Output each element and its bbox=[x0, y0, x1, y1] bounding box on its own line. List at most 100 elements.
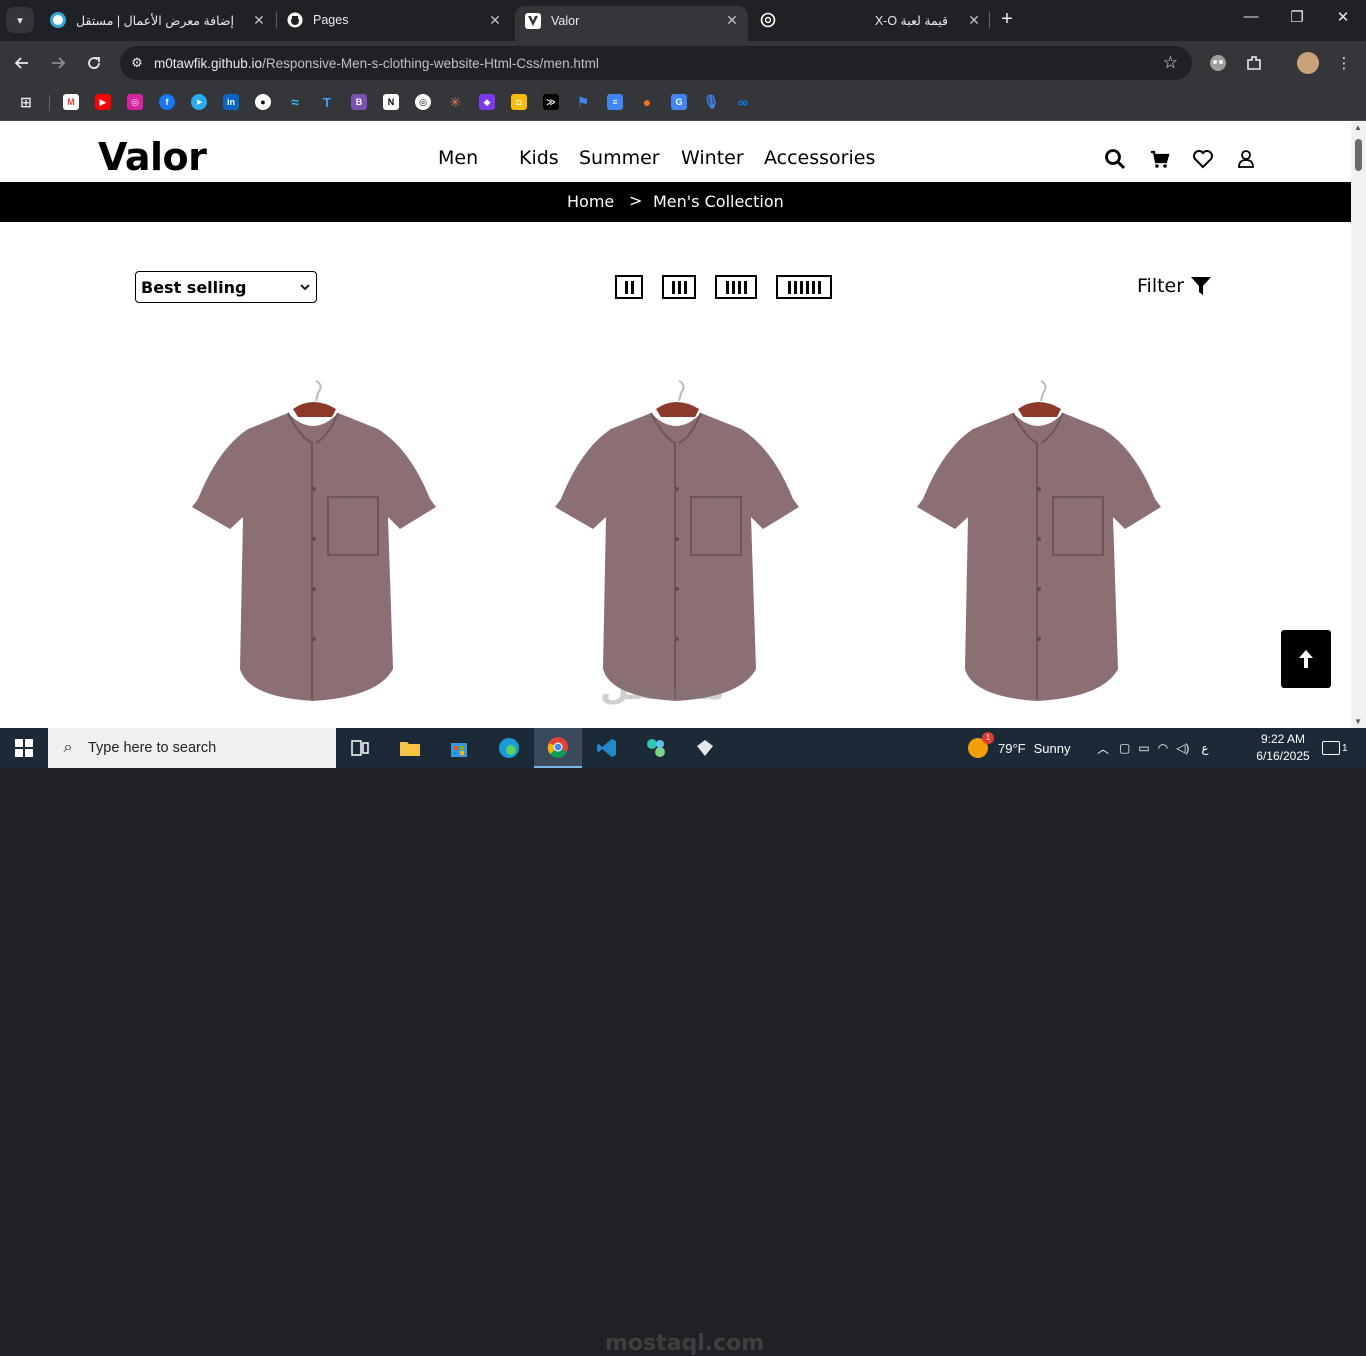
github-icon[interactable]: ● bbox=[255, 94, 271, 110]
figma-app-icon[interactable] bbox=[632, 728, 680, 768]
app-icon[interactable] bbox=[681, 728, 729, 768]
heart-icon[interactable] bbox=[1192, 148, 1214, 170]
url-text: m0tawfik.github.io/Responsive-Men-s-clot… bbox=[154, 55, 599, 71]
tab-valor[interactable]: Valor ✕ bbox=[515, 6, 748, 41]
grid-2-columns-button[interactable] bbox=[615, 275, 643, 299]
product-card[interactable] bbox=[551, 379, 801, 709]
profile-extension-icon[interactable] bbox=[1207, 52, 1229, 74]
site-settings-icon[interactable]: ⚙ bbox=[120, 55, 154, 71]
address-bar[interactable]: ⚙ m0tawfik.github.io/Responsive-Men-s-cl… bbox=[120, 46, 1192, 80]
claude-icon[interactable]: ✳ bbox=[447, 94, 463, 110]
nav-link-accessories[interactable]: Accessories bbox=[764, 147, 875, 169]
back-to-top-button[interactable] bbox=[1281, 630, 1331, 688]
tab-search-button[interactable]: ▾ bbox=[6, 7, 34, 33]
close-icon[interactable]: ✕ bbox=[249, 12, 269, 29]
reload-button[interactable] bbox=[82, 51, 106, 75]
facebook-icon[interactable]: f bbox=[159, 94, 175, 110]
wifi-icon[interactable]: ◠ bbox=[1158, 741, 1168, 755]
store-icon[interactable] bbox=[435, 728, 483, 768]
weather-widget[interactable]: 1 79°F Sunny bbox=[968, 728, 1070, 768]
grid-4-columns-button[interactable] bbox=[715, 275, 757, 299]
breadcrumb-current: Men's Collection bbox=[653, 192, 784, 211]
meta-icon[interactable]: ∞ bbox=[735, 94, 751, 110]
start-button[interactable] bbox=[0, 728, 48, 768]
task-view-icon[interactable] bbox=[336, 728, 384, 768]
close-icon[interactable]: ✕ bbox=[722, 12, 742, 29]
close-window-button[interactable]: ✕ bbox=[1328, 8, 1358, 26]
copilot-icon[interactable]: ◆ bbox=[479, 94, 495, 110]
translate-icon[interactable]: G bbox=[671, 94, 687, 110]
new-tab-button[interactable]: + bbox=[996, 8, 1018, 31]
site-logo[interactable]: Valor bbox=[98, 135, 207, 179]
file-explorer-icon[interactable] bbox=[386, 728, 434, 768]
product-card[interactable] bbox=[913, 379, 1163, 709]
youtube-icon[interactable]: ▶ bbox=[95, 94, 111, 110]
tutorial-icon[interactable]: T bbox=[319, 94, 335, 110]
close-icon[interactable]: ✕ bbox=[485, 12, 505, 29]
forms-icon[interactable]: ≡ bbox=[607, 94, 623, 110]
sort-select[interactable]: Best selling bbox=[135, 271, 317, 303]
bookmarks-divider bbox=[49, 95, 50, 111]
bootstrap-icon[interactable]: B bbox=[351, 94, 367, 110]
tailwind-icon[interactable]: ≈ bbox=[287, 94, 303, 110]
search-icon[interactable] bbox=[1104, 148, 1126, 170]
gmail-icon[interactable]: M bbox=[63, 94, 79, 110]
notification-center-icon[interactable]: 1 bbox=[1322, 728, 1348, 768]
tab-divider bbox=[989, 12, 990, 28]
page-scrollbar[interactable]: ▲ ▼ bbox=[1351, 121, 1366, 728]
chrome-icon[interactable] bbox=[534, 728, 582, 768]
pumpkin-icon[interactable]: ● bbox=[639, 94, 655, 110]
arrow-left-icon bbox=[14, 57, 28, 69]
linkedin-icon[interactable]: in bbox=[223, 94, 239, 110]
vscode-icon[interactable] bbox=[583, 728, 631, 768]
terminal-icon[interactable]: ≫ bbox=[543, 94, 559, 110]
minimize-button[interactable]: — bbox=[1236, 8, 1266, 25]
scroll-down-arrow-icon[interactable]: ▼ bbox=[1354, 717, 1362, 726]
chevron-up-icon[interactable]: ︿ bbox=[1097, 740, 1109, 757]
grid-6-columns-button[interactable] bbox=[776, 275, 832, 299]
bookmark-star-icon[interactable]: ☆ bbox=[1163, 53, 1178, 73]
user-icon[interactable] bbox=[1235, 148, 1257, 170]
restore-button[interactable]: ❐ bbox=[1282, 8, 1312, 26]
mostaql-url-watermark: mostaql.com bbox=[605, 1331, 765, 1356]
extensions-icon[interactable] bbox=[1243, 52, 1265, 74]
flag-icon[interactable]: ⚑ bbox=[575, 94, 591, 110]
nav-link-men[interactable]: Men bbox=[438, 147, 478, 169]
battery-icon[interactable]: ▭ bbox=[1138, 741, 1149, 755]
tab-pages[interactable]: Pages ✕ bbox=[277, 6, 511, 34]
taskbar-search-box[interactable]: ⌕ Type here to search bbox=[48, 728, 336, 768]
arrow-up-icon bbox=[1299, 650, 1313, 668]
nav-link-summer[interactable]: Summer bbox=[579, 147, 660, 169]
cart-icon[interactable] bbox=[1149, 148, 1171, 170]
meet-now-icon[interactable]: ▢ bbox=[1119, 741, 1130, 755]
forward-button[interactable] bbox=[46, 51, 70, 75]
instagram-icon[interactable]: ◎ bbox=[127, 94, 143, 110]
volume-icon[interactable]: ◁) bbox=[1176, 741, 1189, 755]
notification-count: 1 bbox=[1342, 742, 1348, 754]
openai-icon[interactable]: ◎ bbox=[415, 94, 431, 110]
apps-grid-icon[interactable]: ⊞ bbox=[18, 94, 34, 110]
nav-link-kids[interactable]: Kids bbox=[519, 147, 559, 169]
edge-icon[interactable] bbox=[485, 728, 533, 768]
filter-button[interactable]: Filter bbox=[1137, 275, 1212, 297]
tab-xo-game[interactable]: قيمة لعبة X-O ✕ bbox=[750, 6, 990, 34]
menu-icon[interactable]: ⋮ bbox=[1333, 52, 1355, 74]
scroll-up-arrow-icon[interactable]: ▲ bbox=[1354, 123, 1362, 132]
grid-3-columns-button[interactable] bbox=[662, 275, 696, 299]
scrollbar-thumb[interactable] bbox=[1355, 139, 1362, 171]
taskbar-clock[interactable]: 9:22 AM 6/16/2025 bbox=[1248, 731, 1318, 765]
openai-icon bbox=[760, 12, 776, 28]
back-button[interactable] bbox=[10, 51, 34, 75]
close-icon[interactable]: ✕ bbox=[964, 12, 984, 29]
microphone-icon[interactable]: 🎙 bbox=[703, 94, 720, 110]
breadcrumb-home-link[interactable]: Home bbox=[567, 192, 614, 211]
profile-avatar[interactable] bbox=[1297, 52, 1319, 74]
input-language[interactable]: ع bbox=[1201, 741, 1208, 755]
tab-strip: ▾ إضافة معرض الأعمال | مستقل ✕ Pages ✕ V… bbox=[0, 0, 1366, 41]
nav-link-winter[interactable]: Winter bbox=[681, 147, 744, 169]
tab-mostaql[interactable]: إضافة معرض الأعمال | مستقل ✕ bbox=[40, 6, 275, 34]
product-card[interactable] bbox=[188, 379, 438, 709]
notion-icon[interactable]: N bbox=[383, 94, 399, 110]
keep-icon[interactable]: ◘ bbox=[511, 94, 527, 110]
telegram-icon[interactable]: ➤ bbox=[191, 94, 207, 110]
